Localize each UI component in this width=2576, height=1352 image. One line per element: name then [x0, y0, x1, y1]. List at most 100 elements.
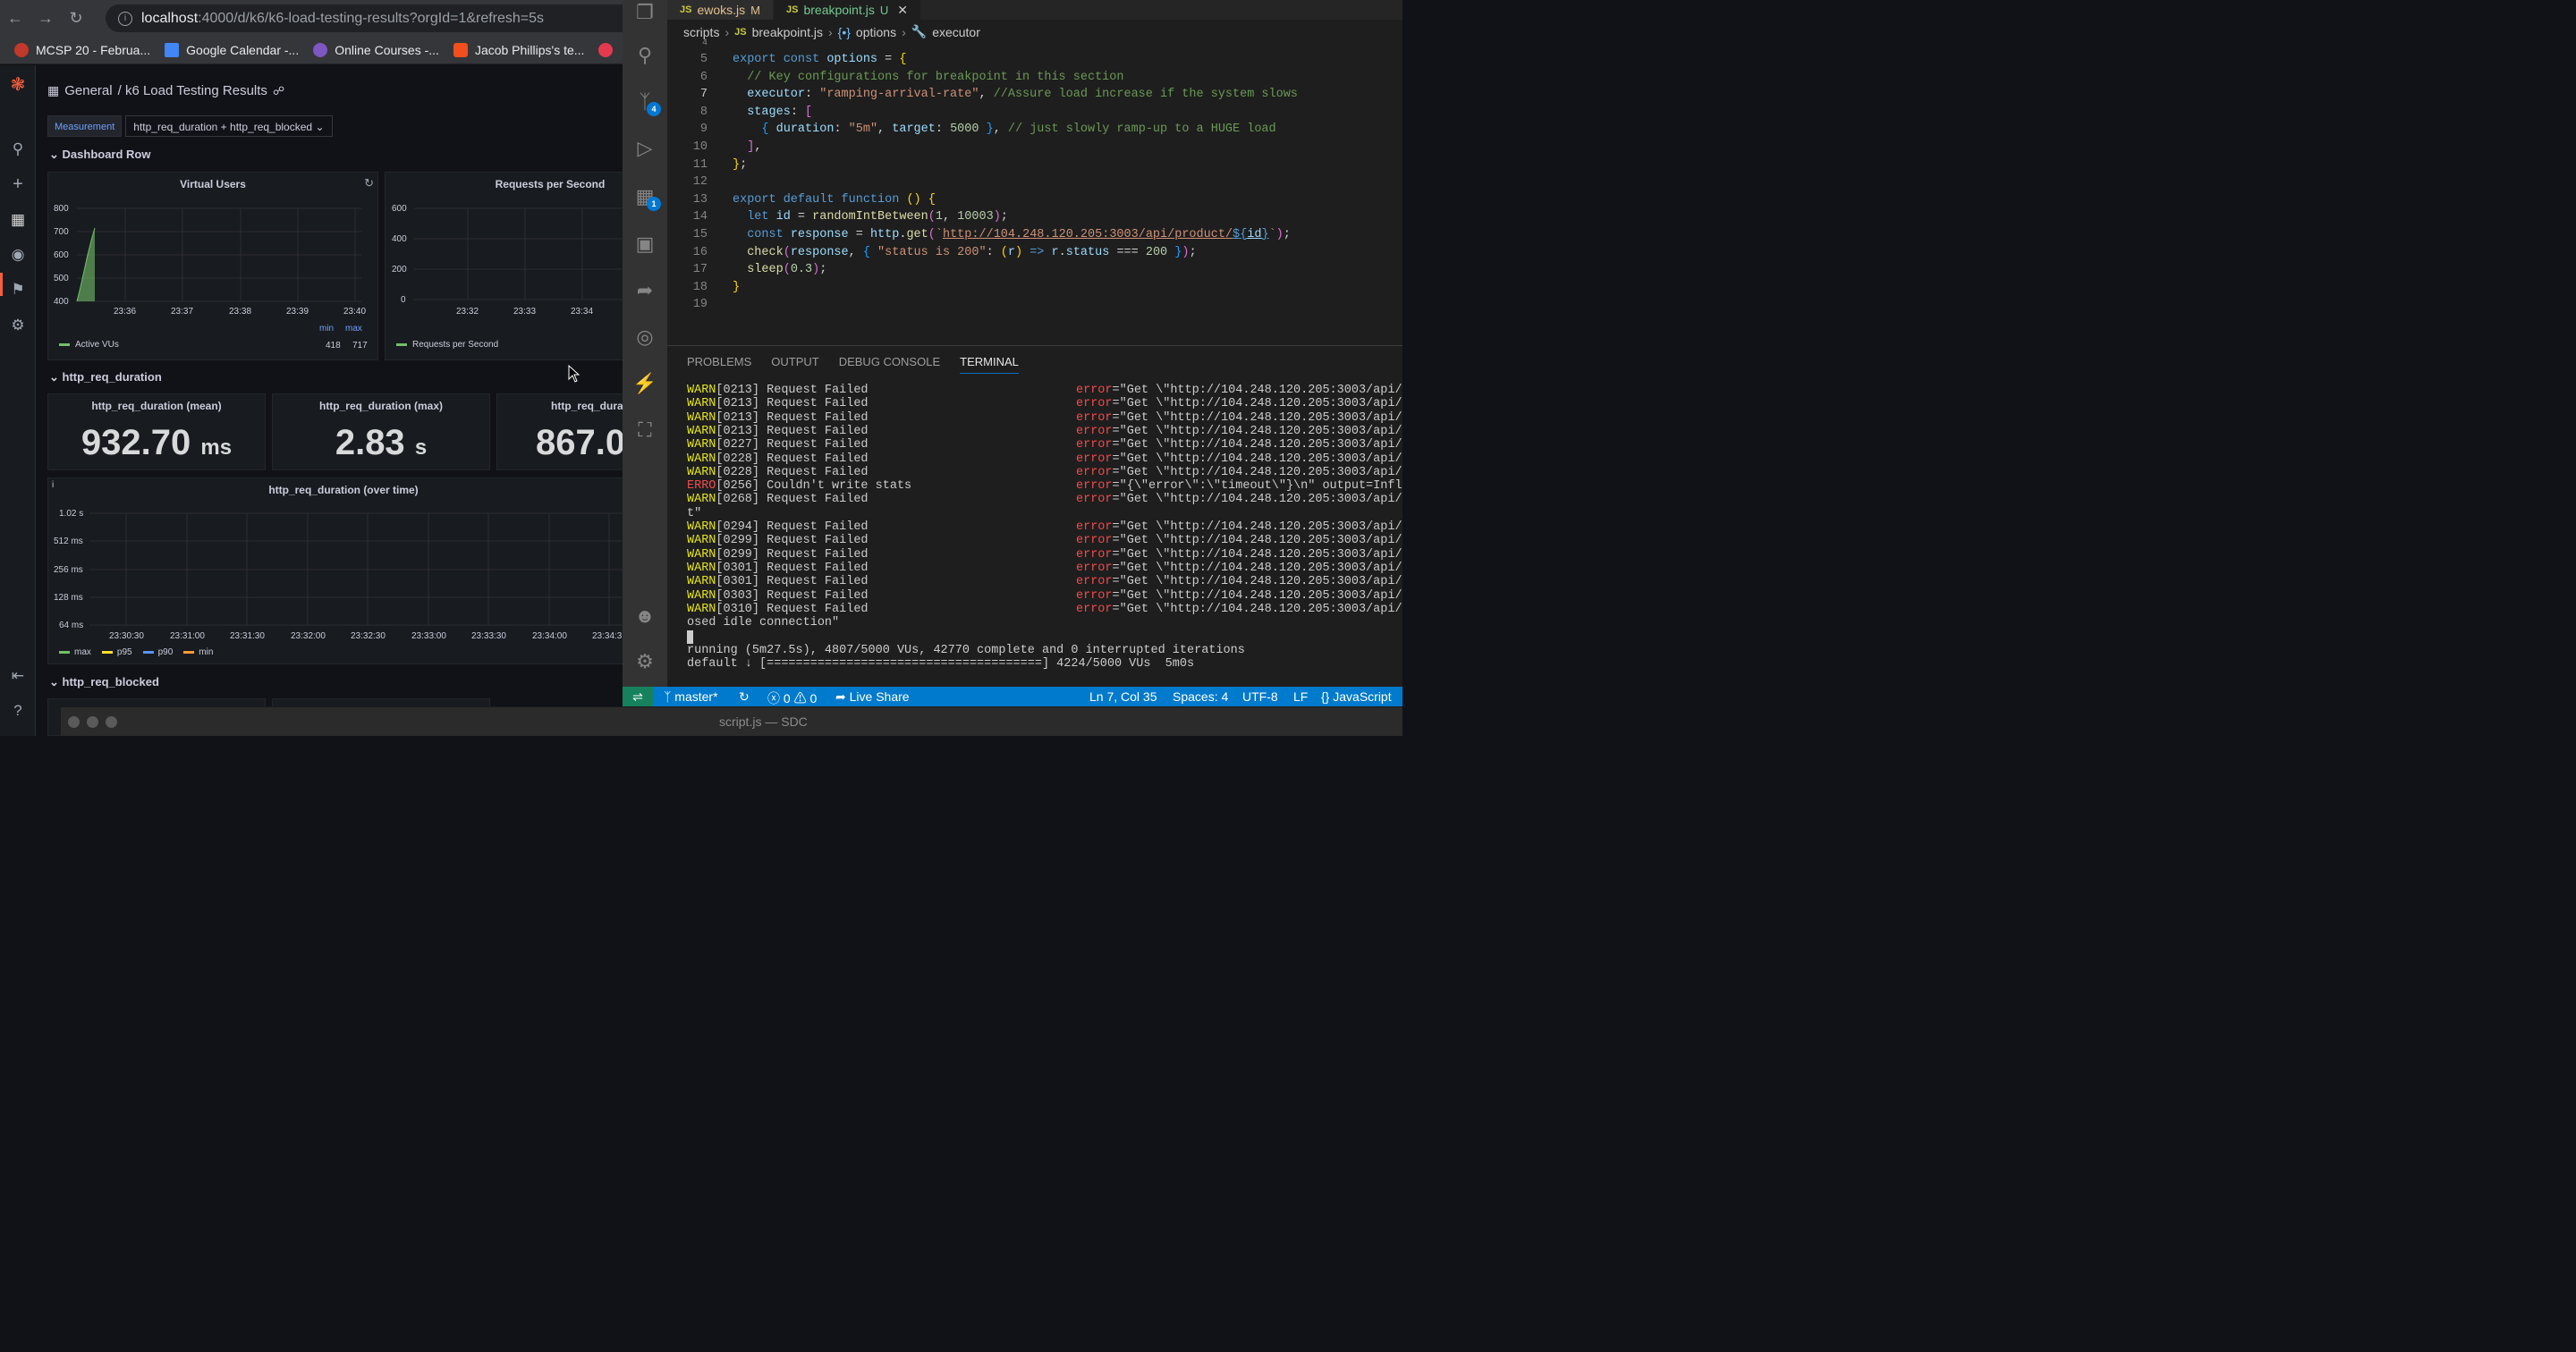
language-mode[interactable]: {} JavaScript: [1321, 689, 1392, 704]
x-tick: 23:39: [286, 307, 309, 317]
legend-label: min: [199, 647, 214, 657]
breadcrumb-folder[interactable]: General: [64, 83, 112, 98]
explore-icon[interactable]: ◉: [9, 246, 27, 264]
back-icon[interactable]: ←: [0, 9, 30, 28]
problems-indicator[interactable]: ⓧ 0 ⚠ 0: [767, 689, 817, 707]
legend-item[interactable]: Requests per Second: [396, 340, 498, 350]
chevron-down-icon: ⌄: [49, 148, 59, 161]
live-share-icon[interactable]: ➦: [632, 278, 657, 303]
search-icon[interactable]: ⚲: [632, 43, 657, 68]
x-tick: 23:34:00: [532, 631, 567, 641]
row-http-req-blocked[interactable]: ⌄ http_req_blocked: [49, 675, 159, 689]
tok: duration: [768, 123, 835, 137]
log-code: [0213]: [716, 410, 760, 425]
legend-item-max[interactable]: max: [59, 647, 91, 657]
share-icon[interactable]: ☍: [273, 84, 284, 98]
tab-output[interactable]: OUTPUT: [771, 355, 818, 374]
encoding[interactable]: UTF-8: [1242, 689, 1278, 704]
site-info-icon[interactable]: i: [118, 11, 132, 26]
js-file-icon: JS: [680, 4, 692, 15]
terminal-line: WARN[0301] Request Failed error="Get \"ht…: [687, 562, 1402, 575]
minimize-window-icon[interactable]: [87, 716, 98, 728]
tok: "status is 200": [869, 245, 987, 259]
close-window-icon[interactable]: [68, 716, 80, 728]
sync-icon[interactable]: ↻: [739, 689, 750, 705]
bookmark-figma[interactable]: Jacob Phillips's te...: [453, 42, 584, 57]
source-control-icon[interactable]: ᛉ4: [632, 89, 661, 116]
activity-bar: ❐ ⚲ ᛉ4 ▷ ▦ 1 ▣ ➦ ◎ ⚡ ⛶ ☻ ⚙: [623, 0, 667, 687]
panel-virtual-users[interactable]: Virtual Users ↻ 800 700 600 500 400 23:3…: [47, 172, 378, 360]
docker-icon[interactable]: ⛶: [632, 418, 657, 443]
tok: ;: [1000, 210, 1008, 224]
indentation[interactable]: Spaces: 4: [1173, 689, 1228, 704]
measurement-select[interactable]: http_req_duration + http_req_blocked ⌄: [125, 115, 333, 137]
edge-devtools-icon[interactable]: ◎: [632, 325, 657, 350]
bookmark-google-calendar[interactable]: Google Calendar -...: [165, 42, 299, 57]
tok[interactable]: http://104.248.120.205:3003/api/product/: [943, 228, 1233, 241]
code-text: sleep(0.3);: [733, 263, 826, 276]
tab-problems[interactable]: PROBLEMS: [687, 355, 751, 374]
extensions-icon[interactable]: ▦ 1: [632, 184, 661, 211]
stat-panel-max[interactable]: http_req_duration (max) 2.83 s: [272, 393, 490, 470]
legend-item-p95[interactable]: p95: [101, 647, 132, 657]
remote-indicator-icon[interactable]: ⇌: [623, 687, 653, 706]
log-message: Request Failed: [759, 547, 869, 562]
bookmark-online-courses[interactable]: Online Courses -...: [313, 42, 439, 57]
terminal-line: WARN[0310] Request Failed error="Get \"ht…: [687, 603, 1402, 616]
tab-debug-console[interactable]: DEBUG CONSOLE: [839, 355, 940, 374]
bottom-panel: PROBLEMS OUTPUT DEBUG CONSOLE TERMINAL W…: [667, 345, 1402, 687]
tab-breakpoint[interactable]: JS breakpoint.js U ✕: [774, 0, 921, 20]
close-icon[interactable]: ✕: [897, 3, 908, 18]
breadcrumb-symbol[interactable]: options: [856, 25, 896, 39]
legend-item-p90[interactable]: p90: [142, 647, 173, 657]
settings-gear-icon[interactable]: ⚙: [9, 317, 27, 334]
reload-icon[interactable]: ↻: [61, 9, 91, 28]
branch-indicator[interactable]: ᛉ master*: [664, 689, 718, 704]
log-error-key: error: [1076, 493, 1113, 507]
legend-item[interactable]: Active VUs: [59, 340, 119, 350]
sign-out-icon[interactable]: ⇤: [9, 667, 27, 685]
alerting-bell-icon[interactable]: ⚑: [9, 281, 27, 299]
explorer-icon[interactable]: ❐: [632, 0, 657, 25]
thunder-client-icon[interactable]: ⚡: [632, 371, 657, 396]
panel-http-req-duration-over-time[interactable]: i http_req_duration (over time) 1.02 s 5…: [47, 477, 623, 664]
address-bar[interactable]: i localhost:4000/d/k6/k6-load-testing-re…: [106, 4, 623, 32]
row-http-req-duration[interactable]: ⌄ http_req_duration: [49, 370, 162, 384]
line-number: 8: [699, 105, 708, 119]
branch-name: master*: [674, 689, 718, 704]
breadcrumb-file[interactable]: breakpoint.js: [752, 25, 823, 39]
tab-ewoks[interactable]: JS ewoks.js M: [667, 0, 774, 20]
tok: id: [1247, 228, 1262, 241]
live-share-button[interactable]: ➦ Live Share: [835, 689, 910, 705]
tab-terminal[interactable]: TERMINAL: [960, 355, 1019, 374]
breadcrumb-folder[interactable]: scripts: [683, 25, 719, 39]
maximize-window-icon[interactable]: [106, 716, 117, 728]
page-title[interactable]: / k6 Load Testing Results: [118, 83, 267, 98]
bookmark-mcsp[interactable]: MCSP 20 - Februa...: [14, 42, 150, 57]
dashboards-icon[interactable]: ▦: [9, 211, 27, 229]
code-editor[interactable]: 4 5 export const options = { 6 // Key con…: [667, 38, 1402, 343]
bookmark-extra[interactable]: [598, 42, 614, 57]
log-error-value: ="Get \"http://104.248.120.205:3003/api/…: [1112, 493, 1402, 507]
search-icon[interactable]: ⚲: [9, 140, 27, 158]
remote-explorer-icon[interactable]: ▣: [632, 232, 657, 257]
help-icon[interactable]: ?: [9, 702, 27, 720]
manage-gear-icon[interactable]: ⚙: [632, 649, 657, 674]
accounts-icon[interactable]: ☻: [632, 604, 657, 629]
row-dashboard[interactable]: ⌄ Dashboard Row: [49, 148, 151, 162]
y-tick: 700: [54, 227, 69, 237]
breadcrumb-property[interactable]: executor: [932, 25, 980, 39]
forward-icon[interactable]: →: [30, 9, 61, 28]
stat-panel-mean[interactable]: http_req_duration (mean) 932.70 ms: [47, 393, 266, 470]
plus-icon[interactable]: +: [9, 175, 27, 193]
tok: :: [805, 88, 820, 102]
run-debug-icon[interactable]: ▷: [632, 136, 657, 161]
tok: stages: [733, 105, 791, 119]
background-window-titlebar: script.js — SDC: [61, 706, 1402, 736]
legend-item-min[interactable]: min: [183, 647, 213, 657]
grafana-logo-icon[interactable]: ❃: [9, 76, 27, 94]
stat-panel-third[interactable]: http_req_durati 867.0: [496, 393, 623, 470]
line-ending[interactable]: LF: [1293, 689, 1308, 704]
cursor-position[interactable]: Ln 7, Col 35: [1089, 689, 1157, 704]
panel-requests-per-second[interactable]: Requests per Second 600 400 200 0 23:32 …: [385, 172, 623, 360]
